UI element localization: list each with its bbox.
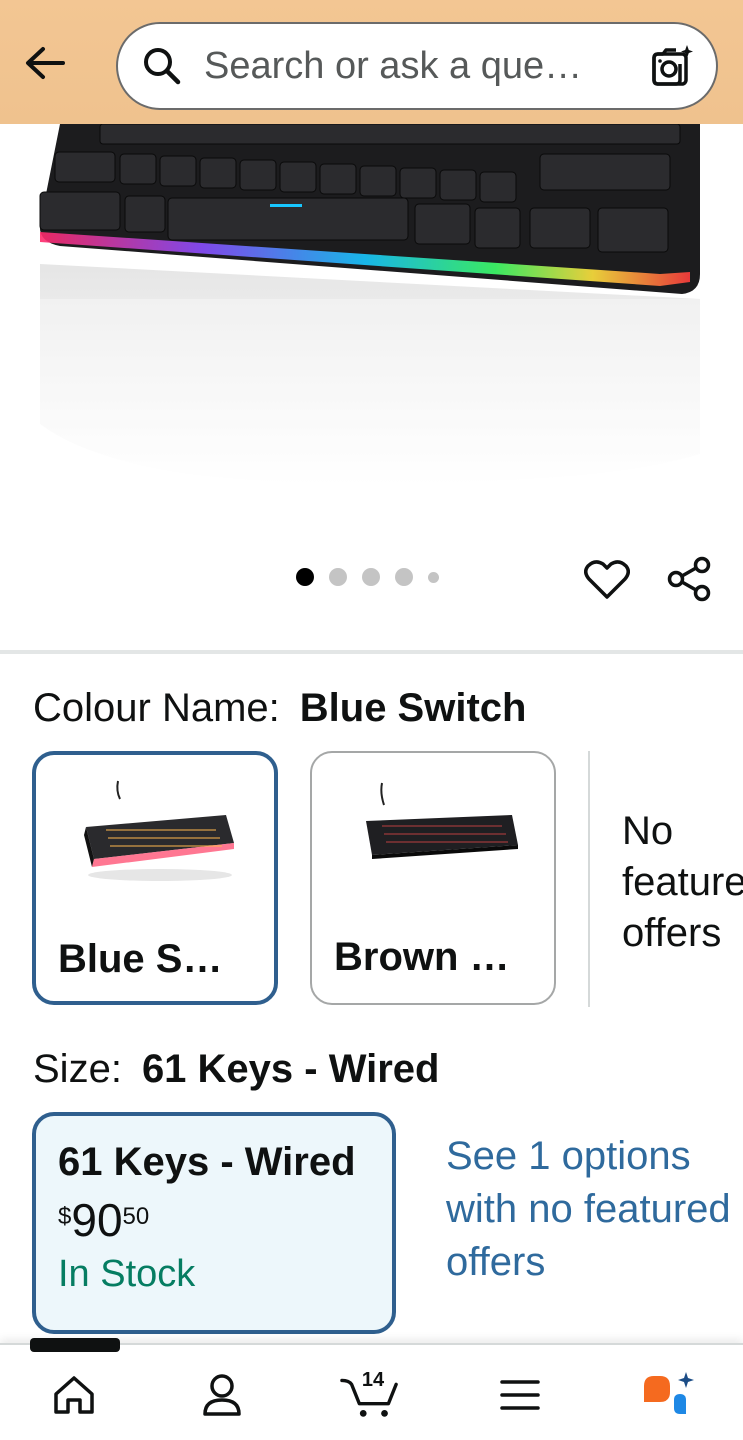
bottom-navigation: 14 xyxy=(0,1343,743,1440)
search-icon xyxy=(142,46,182,86)
colour-option-title: Blue S… xyxy=(58,937,223,981)
share-icon xyxy=(667,556,711,602)
carousel-dot[interactable] xyxy=(362,568,380,586)
no-featured-line: No xyxy=(622,809,674,853)
carousel-dot[interactable] xyxy=(296,568,314,586)
carousel-dot[interactable] xyxy=(329,568,347,586)
keyboard-thumbnail xyxy=(366,782,518,859)
price: $ 90 50 xyxy=(58,1195,392,1245)
menu-icon xyxy=(500,1380,540,1410)
no-featured-offers-option[interactable]: No featured offers xyxy=(622,806,743,959)
rufus-icon xyxy=(644,1372,694,1414)
arrow-left-icon xyxy=(26,47,65,79)
colour-name-label: Colour Name: Blue Switch xyxy=(33,686,526,731)
colour-selected-value: Blue Switch xyxy=(299,686,527,730)
carousel-dot[interactable] xyxy=(395,568,413,586)
nav-cart[interactable]: 14 xyxy=(340,1365,400,1425)
no-featured-line: featured xyxy=(622,860,743,904)
nav-home[interactable] xyxy=(44,1365,104,1425)
price-whole: 90 xyxy=(71,1194,123,1246)
nav-rufus[interactable] xyxy=(638,1365,698,1425)
see-options-link[interactable]: See 1 options with no featured offers xyxy=(446,1130,736,1289)
size-label-text: Size: xyxy=(33,1047,122,1091)
carousel-dot[interactable] xyxy=(428,571,439,583)
size-label: Size: 61 Keys - Wired xyxy=(33,1047,439,1092)
section-divider xyxy=(0,650,743,654)
price-symbol: $ xyxy=(58,1203,72,1230)
top-bar xyxy=(0,0,743,124)
stock-status: In Stock xyxy=(58,1253,196,1295)
colour-option-title: Brown … xyxy=(334,935,510,979)
size-option-title: 61 Keys - Wired xyxy=(58,1140,356,1184)
camera-sparkle-icon[interactable] xyxy=(650,44,694,88)
cart-count-badge: 14 xyxy=(361,1369,385,1391)
image-carousel-indicator xyxy=(296,568,439,586)
size-option-61-keys-wired[interactable]: 61 Keys - Wired $ 90 50 In Stock xyxy=(32,1112,396,1334)
no-featured-line: offers xyxy=(622,911,722,955)
options-separator xyxy=(588,751,590,1007)
account-icon xyxy=(203,1374,241,1416)
heart-icon xyxy=(584,560,630,599)
size-selected-value: 61 Keys - Wired xyxy=(141,1047,440,1091)
keyboard-thumbnail xyxy=(84,780,234,881)
add-to-list-button[interactable] xyxy=(582,554,632,604)
nav-account[interactable] xyxy=(192,1365,252,1425)
share-button[interactable] xyxy=(664,554,714,604)
active-tab-indicator xyxy=(30,1338,120,1352)
search-input[interactable] xyxy=(204,44,650,88)
colour-option-blue-switch[interactable]: Blue S… xyxy=(32,751,278,1005)
nav-menu[interactable] xyxy=(490,1365,550,1425)
price-fraction: 50 xyxy=(122,1203,150,1230)
product-image[interactable] xyxy=(0,124,743,544)
back-button[interactable] xyxy=(20,38,70,88)
colour-option-brown-switch[interactable]: Brown … xyxy=(310,751,556,1005)
colour-label-text: Colour Name: xyxy=(33,686,280,730)
search-bar[interactable] xyxy=(116,22,718,110)
home-icon xyxy=(54,1376,94,1414)
